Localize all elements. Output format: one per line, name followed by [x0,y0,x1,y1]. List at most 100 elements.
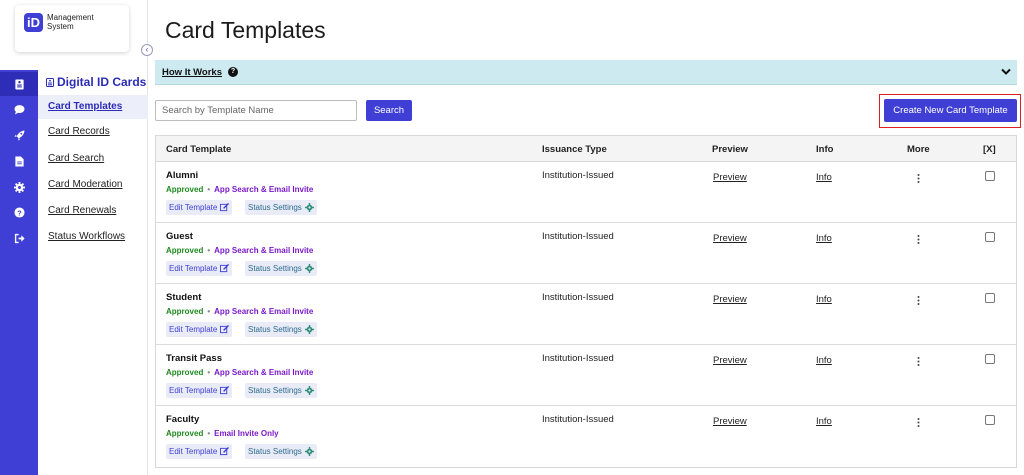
gear-icon [13,181,25,193]
app-logo: iD Management System [15,5,129,52]
chat-bubble-icon [13,104,25,115]
info-link[interactable]: Info [816,233,832,244]
sidebar-section-label: Digital ID Cards [57,75,147,89]
rail-help-button[interactable]: ? [0,200,38,224]
table-row: Guest Approved • App Search & Email Invite… [156,223,1016,284]
edit-template-label: Edit Template [169,325,218,334]
edit-template-button[interactable]: Edit Template [166,444,233,459]
row-select-checkbox[interactable] [985,232,995,242]
sidebar-item-card-moderation[interactable]: Card Moderation [38,173,148,197]
id-card-icon [46,77,54,87]
page-title: Card Templates [165,17,326,43]
question-circle-icon: ? [228,67,238,77]
sign-out-icon [14,233,25,243]
preview-link[interactable]: Preview [713,416,747,427]
rail-sign-out-button[interactable] [0,226,38,250]
header-info: Info [816,144,834,155]
template-name: Transit Pass [166,353,222,364]
search-button[interactable]: Search [366,100,412,121]
separator-dot: • [207,307,211,316]
svg-text:?: ? [17,208,22,217]
template-name: Faculty [166,414,200,425]
rail-chat-button[interactable] [0,97,38,121]
edit-template-button[interactable]: Edit Template [166,200,233,215]
status-settings-button[interactable]: Status Settings [245,322,317,337]
logo-badge: iD [24,13,43,32]
edit-template-button[interactable]: Edit Template [166,261,233,276]
status-settings-button[interactable]: Status Settings [245,383,317,398]
approval-status: Approved [166,368,204,377]
search-input[interactable] [155,100,357,121]
status-settings-button[interactable]: Status Settings [245,444,317,459]
edit-template-button[interactable]: Edit Template [166,322,233,337]
gear-icon [304,264,314,273]
info-link[interactable]: Info [816,172,832,183]
row-select-checkbox[interactable] [985,354,995,364]
rail-rocket-button[interactable] [0,123,38,147]
row-select-checkbox[interactable] [985,415,995,425]
table-row: Transit Pass Approved • App Search & Email… [156,345,1016,406]
template-name: Alumni [166,170,199,181]
edit-icon [220,325,230,334]
status-settings-label: Status Settings [248,325,302,334]
kebab-menu-icon[interactable] [917,418,920,427]
how-it-works-label[interactable]: How It Works [162,67,222,78]
template-status-line: Approved • App Search & Email Invite [166,246,313,255]
header-preview: Preview [712,144,748,155]
rail-document-button[interactable] [0,149,38,173]
kebab-menu-icon[interactable] [917,174,920,183]
distribution-mode: App Search & Email Invite [214,185,314,194]
edit-icon [220,264,230,273]
document-icon [14,155,24,167]
chevron-left-icon: ‹ [145,45,149,54]
rail-settings-button[interactable] [0,175,38,199]
issuance-type: Institution-Issued [542,414,614,425]
create-new-card-template-button[interactable]: Create New Card Template [884,99,1017,122]
sidebar-item-card-records[interactable]: Card Records [38,120,148,144]
sidebar-item-card-renewals[interactable]: Card Renewals [38,199,148,223]
status-settings-label: Status Settings [248,386,302,395]
kebab-menu-icon[interactable] [917,296,920,305]
info-link[interactable]: Info [816,416,832,427]
preview-link[interactable]: Preview [713,172,747,183]
kebab-menu-icon[interactable] [917,357,920,366]
issuance-type: Institution-Issued [542,353,614,364]
separator-dot: • [207,429,211,438]
status-settings-button[interactable]: Status Settings [245,261,317,276]
sidebar-item-status-workflows[interactable]: Status Workflows [38,225,148,249]
status-settings-label: Status Settings [248,203,302,212]
rail-id-card-button[interactable] [0,72,38,96]
logo-text: Management System [47,13,94,31]
info-link[interactable]: Info [816,294,832,305]
status-settings-label: Status Settings [248,264,302,273]
edit-icon [220,386,230,395]
status-settings-label: Status Settings [248,447,302,456]
template-status-line: Approved • App Search & Email Invite [166,185,313,194]
template-status-line: Approved • Email Invite Only [166,429,279,438]
edit-template-label: Edit Template [169,447,218,456]
row-select-checkbox[interactable] [985,293,995,303]
status-settings-button[interactable]: Status Settings [245,200,317,215]
gear-icon [304,447,314,456]
kebab-menu-icon[interactable] [917,235,920,244]
chevron-down-icon[interactable] [1001,68,1011,76]
template-name: Student [166,292,202,303]
template-status-line: Approved • App Search & Email Invite [166,368,313,377]
header-more: More [907,144,930,155]
row-select-checkbox[interactable] [985,171,995,181]
table-row: Student Approved • App Search & Email Invi… [156,284,1016,345]
collapse-sidebar-button[interactable]: ‹ [141,44,153,56]
sidebar-item-card-templates[interactable]: Card Templates [38,95,148,119]
preview-link[interactable]: Preview [713,233,747,244]
preview-link[interactable]: Preview [713,294,747,305]
edit-icon [220,447,230,456]
preview-link[interactable]: Preview [713,355,747,366]
how-it-works-bar[interactable]: How It Works ? [155,60,1017,85]
issuance-type: Institution-Issued [542,170,614,181]
sidebar-item-card-search[interactable]: Card Search [38,147,148,171]
sidebar-section-title: Digital ID Cards [46,75,146,89]
edit-template-button[interactable]: Edit Template [166,383,233,398]
approval-status: Approved [166,307,204,316]
edit-template-label: Edit Template [169,264,218,273]
info-link[interactable]: Info [816,355,832,366]
